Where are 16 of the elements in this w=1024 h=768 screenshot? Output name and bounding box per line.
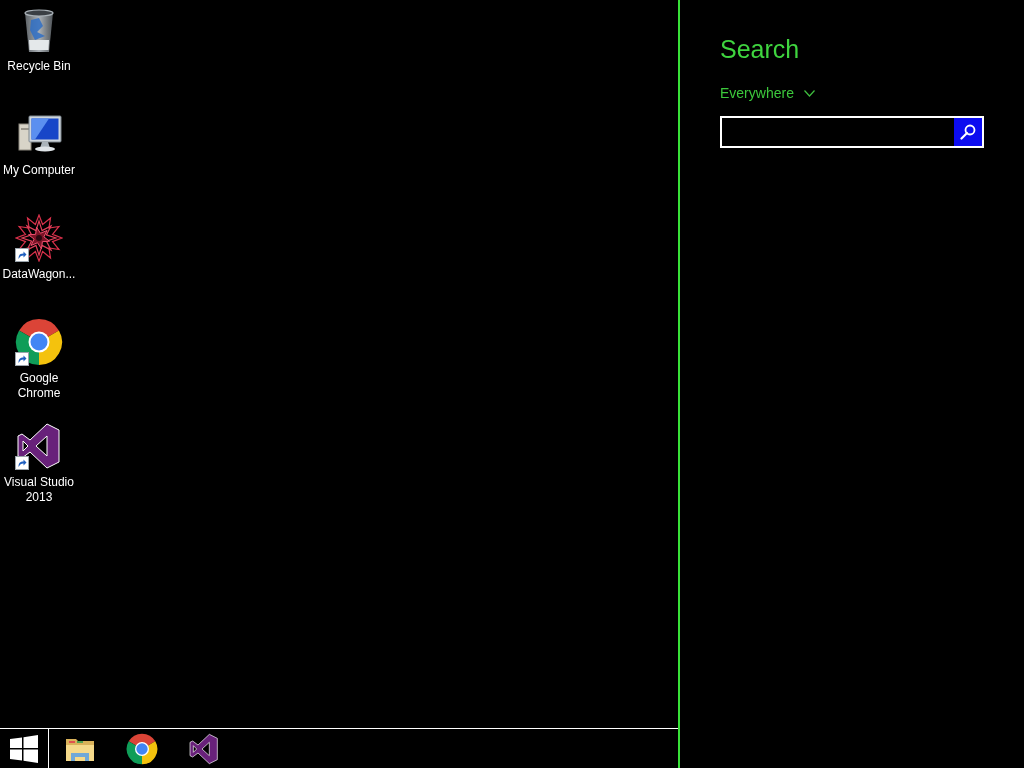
ribbon-logo-icon [188, 732, 220, 765]
desktop-icon-label[interactable]: Google Chrome [0, 371, 78, 401]
segmented-circle-icon [126, 732, 158, 765]
search-button[interactable] [954, 118, 982, 146]
scope-dropdown[interactable]: Everywhere [720, 84, 815, 102]
segmented-circle-icon[interactable] [15, 318, 63, 366]
four-squares-icon [10, 734, 38, 763]
search-title: Search [720, 34, 800, 65]
search-field[interactable] [720, 116, 984, 148]
desktop-icon-label[interactable]: DataWagon... [0, 267, 78, 282]
desktop-icon-label[interactable]: My Computer [0, 163, 78, 178]
star-pattern-icon[interactable] [15, 214, 63, 262]
desktop-icon-label[interactable]: Recycle Bin [0, 59, 78, 74]
desktop-icon-label[interactable]: Visual Studio 2013 [0, 475, 78, 505]
search-icon [960, 124, 976, 140]
chevron-down-icon [803, 89, 815, 97]
